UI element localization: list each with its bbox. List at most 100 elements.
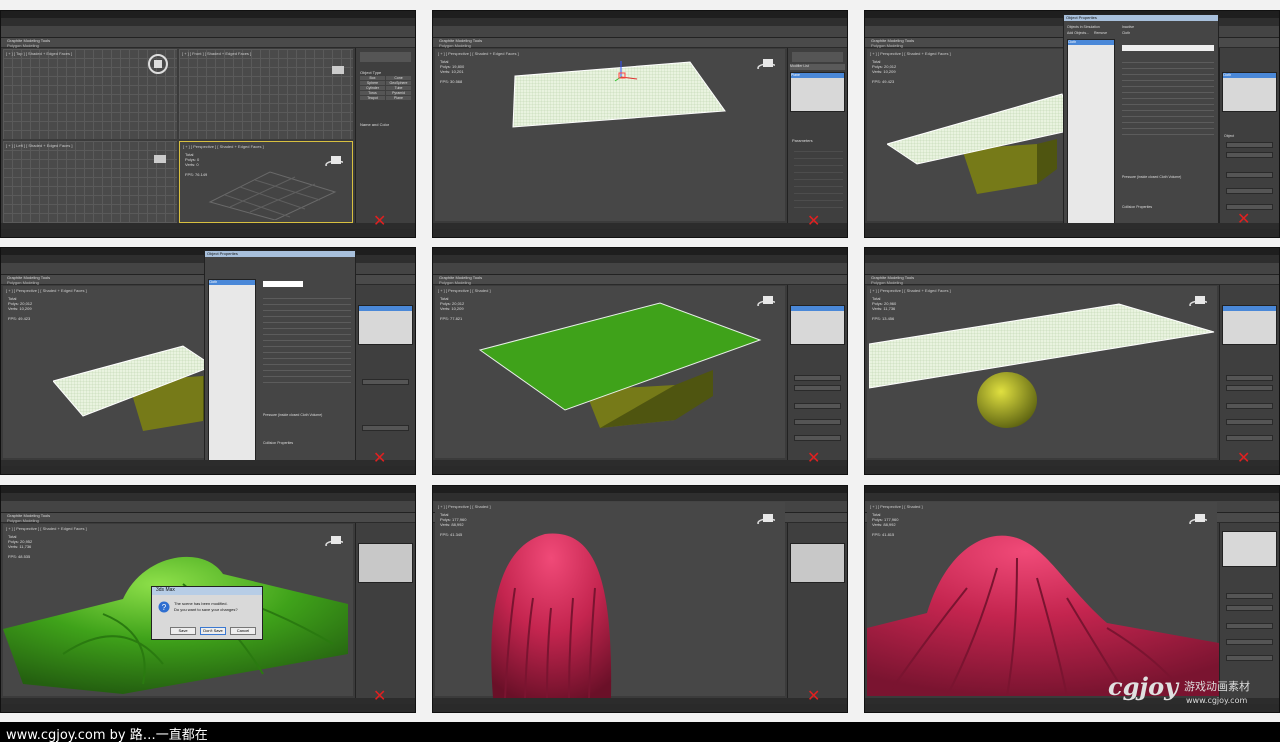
viewport-label[interactable]: [ + ] [ Perspective ] [ Shaded + Edged F… (183, 144, 264, 149)
viewcube-icon[interactable] (151, 153, 169, 165)
cloth-property-fields[interactable] (1122, 57, 1214, 135)
simulate-button[interactable] (1226, 188, 1273, 194)
viewcube-icon[interactable] (325, 534, 343, 546)
modifier-stack[interactable] (358, 543, 413, 583)
main-toolbar[interactable] (1, 501, 415, 513)
viewport-label[interactable]: [ + ] [ Perspective ] [ Shaded ] (438, 504, 491, 509)
simulate-button[interactable] (1226, 639, 1273, 645)
modifier-list-dropdown[interactable]: Modifier List (790, 64, 845, 70)
viewport-label[interactable]: [ + ] [ Perspective ] [ Shaded + Edged F… (870, 51, 951, 56)
inactive-radio[interactable]: Inactive (1122, 25, 1134, 29)
cancel-button[interactable]: Cancel (230, 627, 256, 635)
box-button[interactable]: Box (360, 76, 385, 80)
viewport-label[interactable]: [ + ] [ Perspective ] [ Shaded + Edged F… (438, 51, 519, 56)
modifier-stack[interactable] (1222, 305, 1277, 345)
main-toolbar[interactable] (433, 263, 847, 275)
modifier-stack[interactable] (358, 305, 413, 345)
simulate-local-button[interactable] (794, 403, 841, 409)
cone-button[interactable]: Cone (386, 76, 411, 80)
main-toolbar[interactable] (865, 263, 1279, 275)
menu-bar[interactable] (865, 493, 1279, 501)
viewcube-icon[interactable] (147, 53, 169, 75)
simulate-button[interactable] (362, 425, 409, 431)
cloth-mesh[interactable] (867, 528, 1219, 696)
menu-bar[interactable] (433, 18, 847, 26)
viewport-left[interactable]: [ + ] [ Left ] [ Shaded + Edged Faces ] (3, 141, 177, 223)
simulate-local-button[interactable] (1226, 403, 1273, 409)
erase-simulation-button[interactable] (1226, 655, 1273, 661)
scene-objects[interactable] (53, 336, 213, 446)
add-objects-button[interactable]: Add Objects... (1067, 31, 1089, 35)
object-properties-button[interactable] (1226, 593, 1273, 599)
viewport-label[interactable]: [ + ] [ Top ] [ Shaded + Edged Faces ] (6, 51, 72, 56)
cloth-forces-button[interactable] (1226, 152, 1273, 158)
viewcube-icon[interactable] (1189, 294, 1207, 306)
geosphere-button[interactable]: GeoSphere (386, 81, 411, 85)
viewport-perspective[interactable]: [ + ] [ Perspective ] [ Shaded + Edged F… (867, 286, 1217, 458)
viewport-perspective[interactable]: [ + ] [ Perspective ] [ Shaded ] Total P… (435, 286, 785, 458)
teapot-button[interactable]: Teapot (360, 96, 385, 100)
rollout-title[interactable]: Name and Color (360, 122, 389, 127)
rollout-title[interactable]: Object Type (360, 70, 381, 75)
pyramid-button[interactable]: Pyramid (386, 91, 411, 95)
erase-simulation-button[interactable] (1226, 435, 1273, 441)
viewport-label[interactable]: [ + ] [ Front ] [ Shaded + Edged Faces ] (182, 51, 251, 56)
sphere-button[interactable]: Sphere (360, 81, 385, 85)
object-properties-button[interactable] (1226, 375, 1273, 381)
viewport-perspective[interactable]: [ + ] [ Perspective ] [ Shaded + Edged F… (179, 141, 353, 223)
cloth-forces-button[interactable] (1226, 385, 1273, 391)
viewport-perspective[interactable]: [ + ] [ Perspective ] [ Shaded ] Total P… (435, 502, 785, 698)
object-properties-dialog[interactable]: Object Properties Cloth Pressure (inside… (204, 250, 356, 474)
simulate-button[interactable] (794, 419, 841, 425)
plane-button[interactable]: Plane (386, 96, 411, 100)
torus-button[interactable]: Torus (360, 91, 385, 95)
cloth-property-fields[interactable] (263, 293, 351, 383)
object-properties-button[interactable] (1226, 142, 1273, 148)
modifier-stack[interactable]: Cloth (1222, 72, 1277, 112)
cylinder-button[interactable]: Cylinder (360, 86, 385, 90)
tube-button[interactable]: Tube (386, 86, 411, 90)
panel-tabs[interactable] (792, 52, 843, 62)
viewcube-icon[interactable] (757, 294, 775, 306)
viewport-perspective[interactable]: [ + ] [ Perspective ] [ Shaded ] Total P… (867, 502, 1219, 696)
viewport-front[interactable]: [ + ] [ Front ] [ Shaded + Edged Faces ] (179, 49, 353, 139)
scene-objects[interactable] (887, 89, 1077, 199)
stack-item-plane[interactable]: Plane (791, 73, 844, 78)
presets-field[interactable] (1122, 45, 1214, 51)
stack-item-cloth[interactable] (359, 306, 412, 311)
simulate-local-button[interactable] (1226, 172, 1273, 178)
modifier-stack[interactable] (1222, 531, 1277, 567)
menu-bar[interactable] (433, 255, 847, 263)
cloth-radio[interactable]: Cloth (1122, 31, 1130, 35)
stack-item-cloth[interactable]: Cloth (1223, 73, 1276, 78)
menu-bar[interactable] (865, 255, 1279, 263)
main-toolbar[interactable] (1, 26, 415, 38)
modifier-stack[interactable] (790, 543, 845, 583)
stack-item-cloth[interactable] (1223, 306, 1276, 311)
viewport-label[interactable]: [ + ] [ Perspective ] [ Shaded ] (438, 288, 491, 293)
list-item[interactable]: Cloth (1068, 40, 1114, 45)
viewcube-icon[interactable] (757, 57, 775, 69)
menu-bar[interactable] (1, 493, 415, 501)
sim-objects-list[interactable]: Cloth (208, 279, 256, 461)
rollout-title[interactable]: Parameters (792, 138, 813, 143)
viewcube-icon[interactable] (325, 154, 343, 166)
transform-gizmo-icon[interactable] (613, 59, 643, 87)
viewport-label[interactable]: [ + ] [ Perspective ] [ Shaded + Edged F… (870, 288, 951, 293)
viewcube-icon[interactable] (1189, 512, 1207, 524)
parameter-fields[interactable] (794, 145, 843, 211)
cloth-forces-button[interactable] (794, 385, 841, 391)
object-properties-dialog[interactable]: Object Properties Objects in Simulation … (1063, 14, 1219, 237)
object-properties-button[interactable] (362, 379, 409, 385)
panel-tabs[interactable] (360, 52, 411, 62)
sim-objects-list[interactable]: Cloth (1067, 39, 1115, 225)
viewport-label[interactable]: [ + ] [ Perspective ] [ Shaded ] (870, 504, 923, 509)
cloth-forces-button[interactable] (1226, 605, 1273, 611)
simulate-button[interactable] (1226, 419, 1273, 425)
scene-objects[interactable] (475, 300, 765, 430)
viewport-label[interactable]: [ + ] [ Left ] [ Shaded + Edged Faces ] (6, 143, 73, 148)
erase-simulation-button[interactable] (794, 435, 841, 441)
modifier-stack[interactable]: Plane (790, 72, 845, 112)
stack-item-cloth[interactable] (791, 306, 844, 311)
cloth-mesh[interactable] (485, 528, 615, 698)
